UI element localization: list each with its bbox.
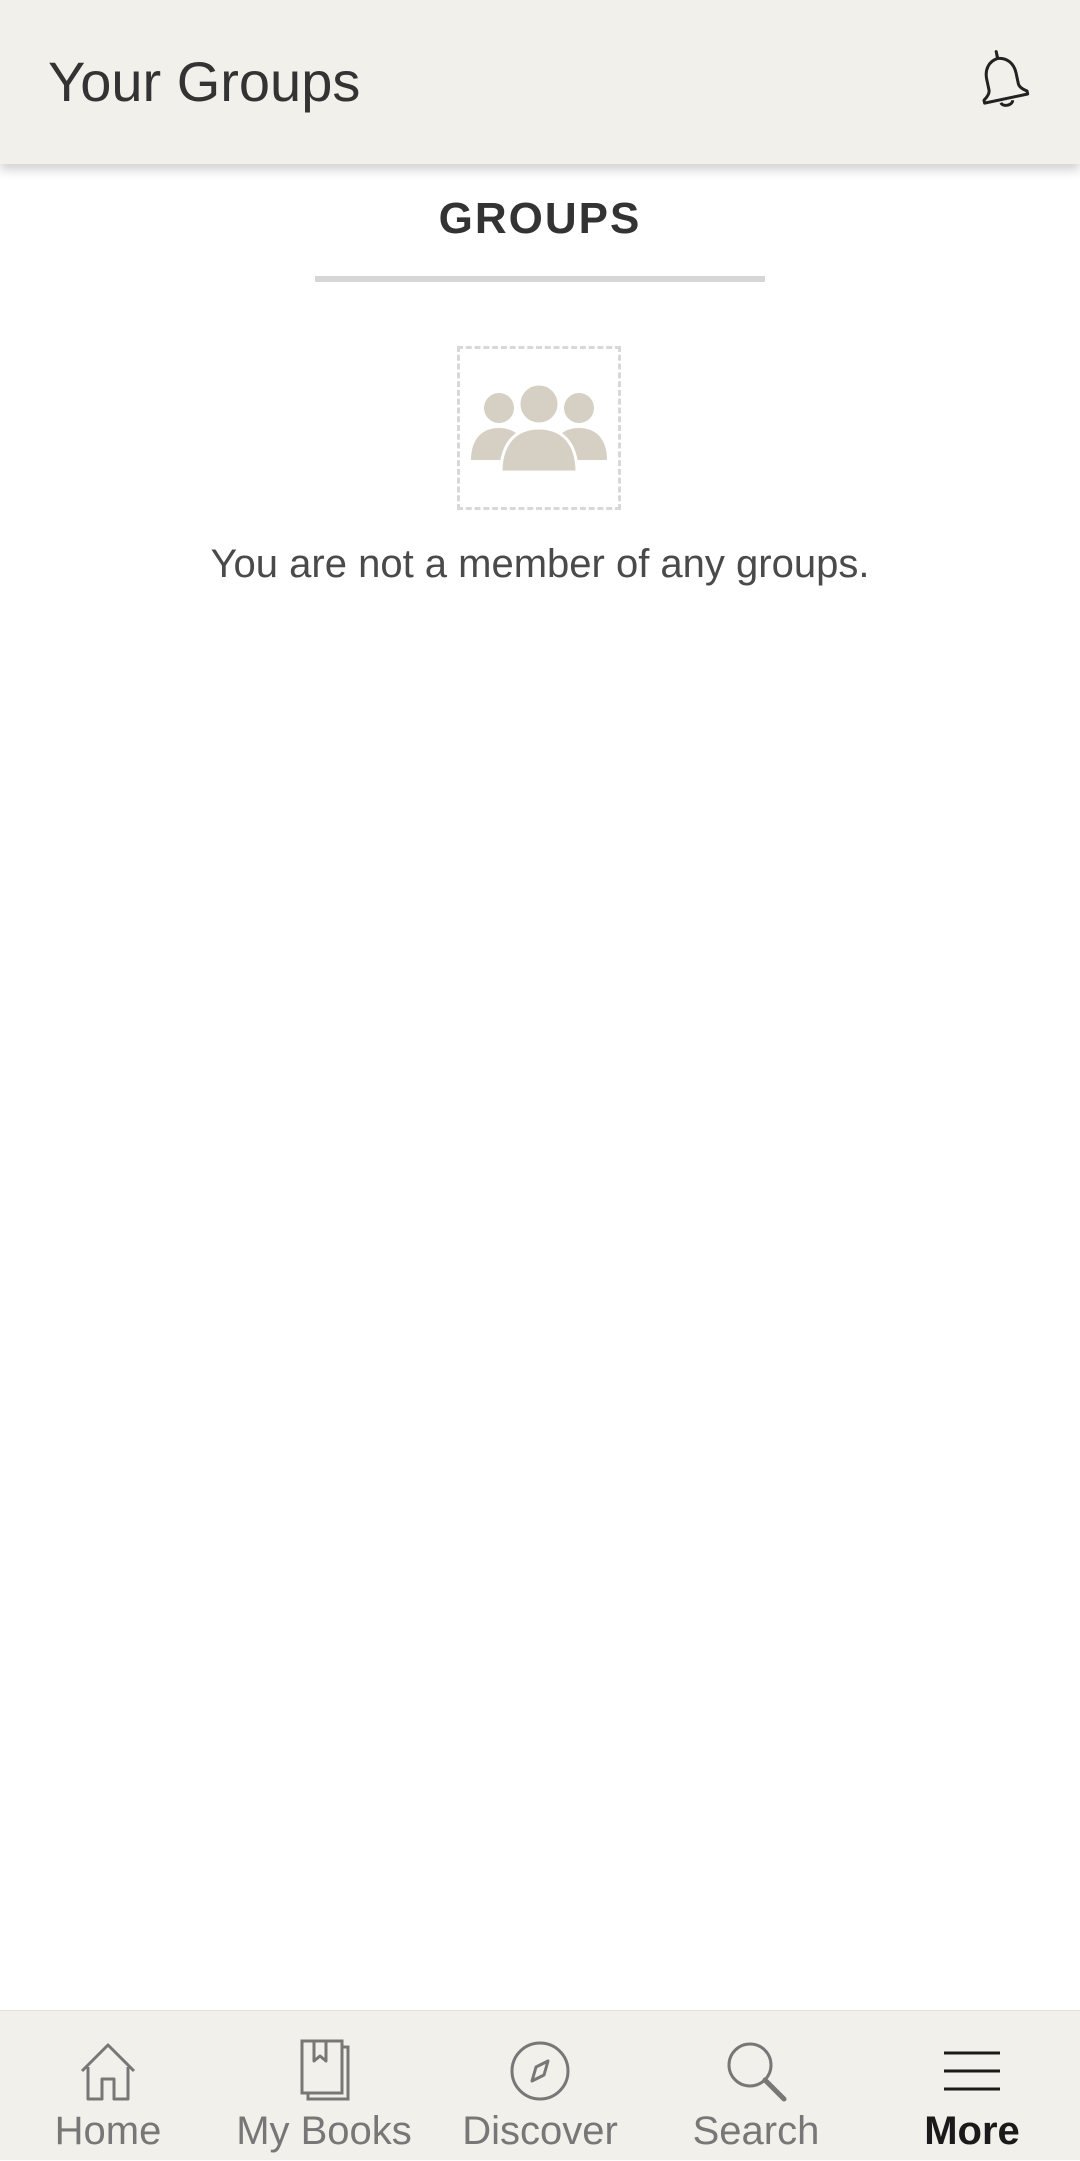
bell-icon <box>974 49 1030 116</box>
compass-icon <box>502 2037 578 2105</box>
search-icon <box>718 2037 794 2105</box>
nav-label-discover: Discover <box>462 2109 618 2153</box>
nav-label-home: Home <box>54 2109 162 2153</box>
nav-label-search: Search <box>692 2109 820 2153</box>
nav-item-discover[interactable]: Discover <box>432 2011 648 2161</box>
nav-item-home[interactable]: Home <box>0 2011 216 2161</box>
menu-icon <box>934 2037 1010 2105</box>
tab-indicator <box>315 276 765 282</box>
group-placeholder-icon <box>457 346 621 510</box>
app-bar: Your Groups <box>0 0 1080 164</box>
tab-groups-label: GROUPS <box>438 194 642 243</box>
tab-bar: GROUPS <box>0 164 1080 284</box>
nav-label-my-books: My Books <box>236 2109 412 2153</box>
nav-item-search[interactable]: Search <box>648 2011 864 2161</box>
tab-groups[interactable]: GROUPS <box>315 164 765 284</box>
nav-label-more: More <box>924 2109 1020 2153</box>
notifications-button[interactable] <box>964 44 1040 120</box>
bottom-nav: Home My Books Discover Search More <box>0 2010 1080 2160</box>
my-books-icon <box>286 2037 362 2105</box>
nav-item-more[interactable]: More <box>864 2011 1080 2161</box>
page-title: Your Groups <box>48 50 361 113</box>
home-icon <box>70 2037 146 2105</box>
nav-item-my-books[interactable]: My Books <box>216 2011 432 2161</box>
empty-state-message: You are not a member of any groups. <box>210 542 870 586</box>
